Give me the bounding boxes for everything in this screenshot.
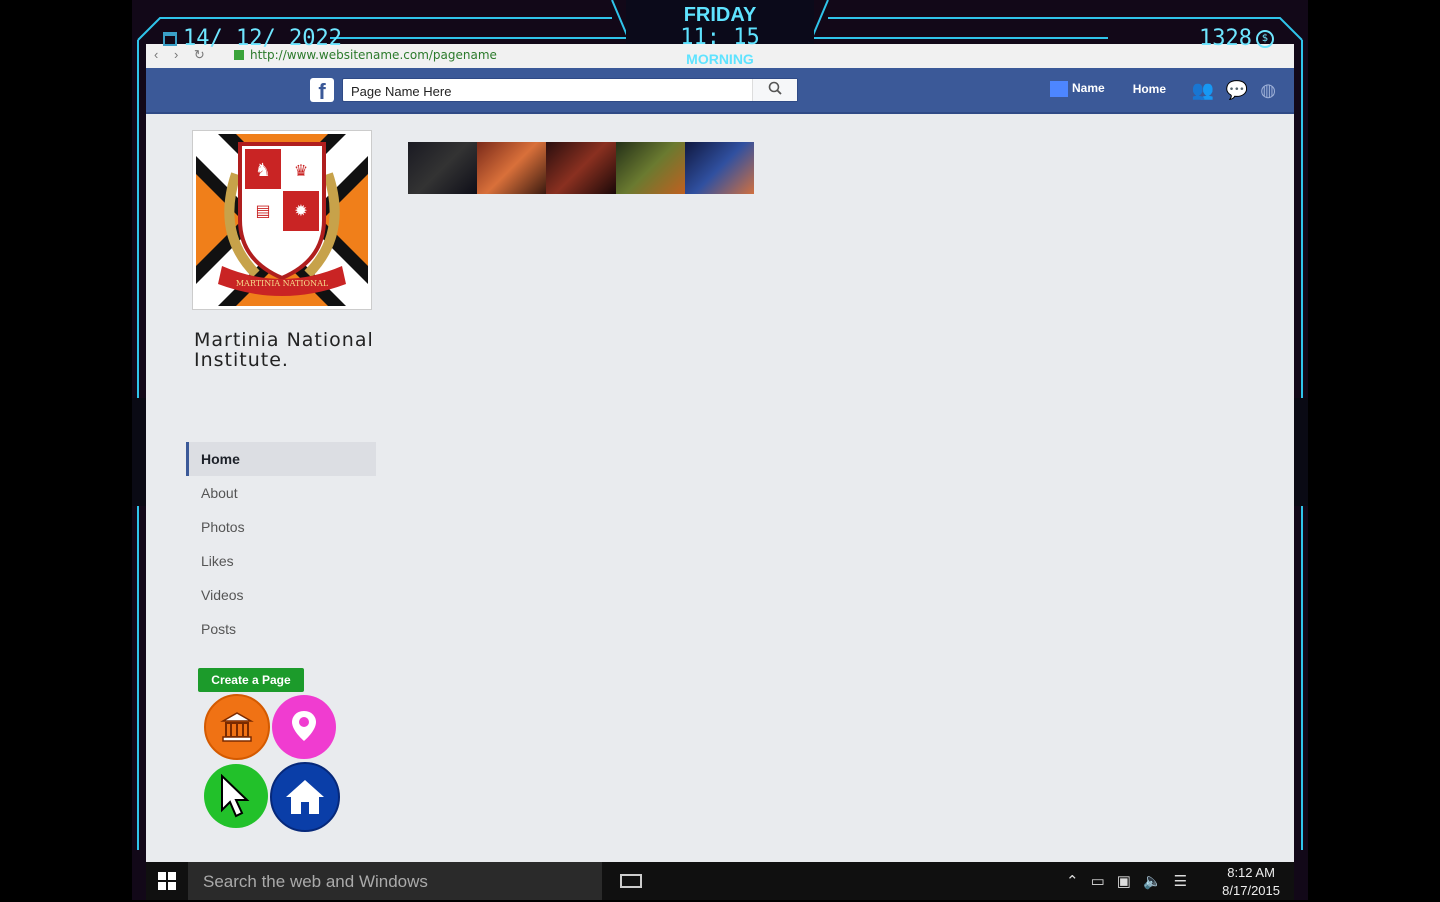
svg-text:♛: ♛ (294, 161, 308, 180)
bank-icon (220, 712, 254, 742)
facebook-search[interactable] (342, 78, 798, 102)
facebook-top-bar: f Name Home 👥 💬 ◍ (146, 68, 1294, 114)
hud-date: 14/ 12/ 2022 (163, 26, 342, 51)
cursor-app-button[interactable] (204, 764, 268, 828)
cursor-app-icon (221, 774, 250, 818)
map-pin-icon (292, 711, 316, 741)
sidebar-item-videos[interactable]: Videos (186, 578, 376, 612)
hud-day: FRIDAY (683, 4, 757, 26)
svg-text:✹: ✹ (294, 201, 307, 220)
facebook-logo-icon[interactable]: f (310, 78, 334, 102)
taskbar-clock[interactable]: 8:12 AM 8/17/2015 (1222, 864, 1280, 900)
coin-icon: $ (1256, 29, 1274, 48)
browser-window: ‹ › ↻ http://www.websitename.com/pagenam… (146, 44, 1294, 862)
photo-strip[interactable] (408, 142, 755, 194)
create-page-button[interactable]: Create a Page (198, 668, 304, 692)
taskbar-date: 8/17/2015 (1222, 883, 1280, 898)
messages-icon[interactable]: 💬 (1226, 80, 1248, 101)
nav-profile-link[interactable]: Name (1050, 81, 1105, 97)
chevron-up-icon[interactable]: ⌃ (1066, 872, 1079, 890)
nav-home-link[interactable]: Home (1133, 82, 1166, 96)
hud-time: 11: 15 (680, 25, 760, 50)
system-tray: ⌃ ▭ ▣ 🔈 ☰ (1066, 872, 1187, 890)
photo-thumb[interactable] (684, 142, 755, 194)
photo-thumb[interactable] (546, 142, 616, 194)
battery-icon[interactable]: ▭ (1091, 872, 1105, 890)
photo-thumb[interactable] (408, 142, 478, 194)
windows-taskbar: Search the web and Windows ⌃ ▭ ▣ 🔈 ☰ 8:1… (146, 862, 1294, 900)
home-icon (286, 780, 324, 814)
coin-count: 1328 (1199, 26, 1252, 51)
photo-thumb[interactable] (477, 142, 547, 194)
nav-profile-label: Name (1072, 81, 1105, 96)
sidebar-item-home[interactable]: Home (186, 442, 376, 476)
sidebar-item-likes[interactable]: Likes (186, 544, 376, 578)
page-title: Martinia National Institute. (194, 330, 374, 370)
crest-logo: ♞ ♛ ▤ ✹ MARTINIA NATIONAL (196, 134, 368, 306)
search-icon (768, 81, 782, 95)
hud-period: MORNING (686, 51, 754, 67)
taskbar-search[interactable]: Search the web and Windows (188, 862, 602, 900)
page-sidebar-nav: Home About Photos Likes Videos Posts (186, 442, 376, 646)
sidebar-item-posts[interactable]: Posts (186, 612, 376, 646)
facebook-nav: Name Home (1050, 81, 1166, 97)
start-button[interactable] (146, 862, 188, 900)
profile-picture[interactable]: ♞ ♛ ▤ ✹ MARTINIA NATIONAL (192, 130, 372, 310)
secure-lock-icon (234, 50, 244, 60)
sidebar-item-about[interactable]: About (186, 476, 376, 510)
svg-text:▤: ▤ (255, 201, 270, 220)
task-view-icon[interactable] (620, 874, 642, 888)
search-input[interactable] (349, 80, 753, 102)
crest-banner-text: MARTINIA NATIONAL (236, 279, 329, 288)
home-app-button[interactable] (270, 762, 340, 832)
map-app-button[interactable] (272, 695, 336, 759)
page-title-line2: Institute. (194, 349, 289, 371)
action-center-icon[interactable]: ☰ (1174, 872, 1187, 890)
search-button[interactable] (752, 79, 797, 101)
svg-text:♞: ♞ (255, 160, 271, 181)
friends-icon[interactable]: 👥 (1191, 80, 1213, 101)
facebook-notification-icons: 👥 💬 ◍ (1191, 80, 1276, 101)
photo-thumb[interactable] (615, 142, 685, 194)
volume-icon[interactable]: 🔈 (1143, 872, 1162, 890)
network-icon[interactable]: ▣ (1117, 872, 1131, 890)
hud-date-text: 14/ 12/ 2022 (183, 26, 342, 51)
sidebar-item-photos[interactable]: Photos (186, 510, 376, 544)
hud-clock: FRIDAY 11: 15 MORNING (612, 0, 828, 68)
taskbar-time: 8:12 AM (1227, 865, 1275, 880)
page-title-line1: Martinia National (194, 329, 374, 351)
bank-app-button[interactable] (204, 694, 270, 760)
hud-coins: 1328 $ (1199, 26, 1274, 51)
globe-icon[interactable]: ◍ (1260, 80, 1276, 101)
profile-thumb-icon (1050, 81, 1068, 97)
windows-logo-icon (158, 872, 176, 890)
calendar-icon (163, 31, 177, 46)
